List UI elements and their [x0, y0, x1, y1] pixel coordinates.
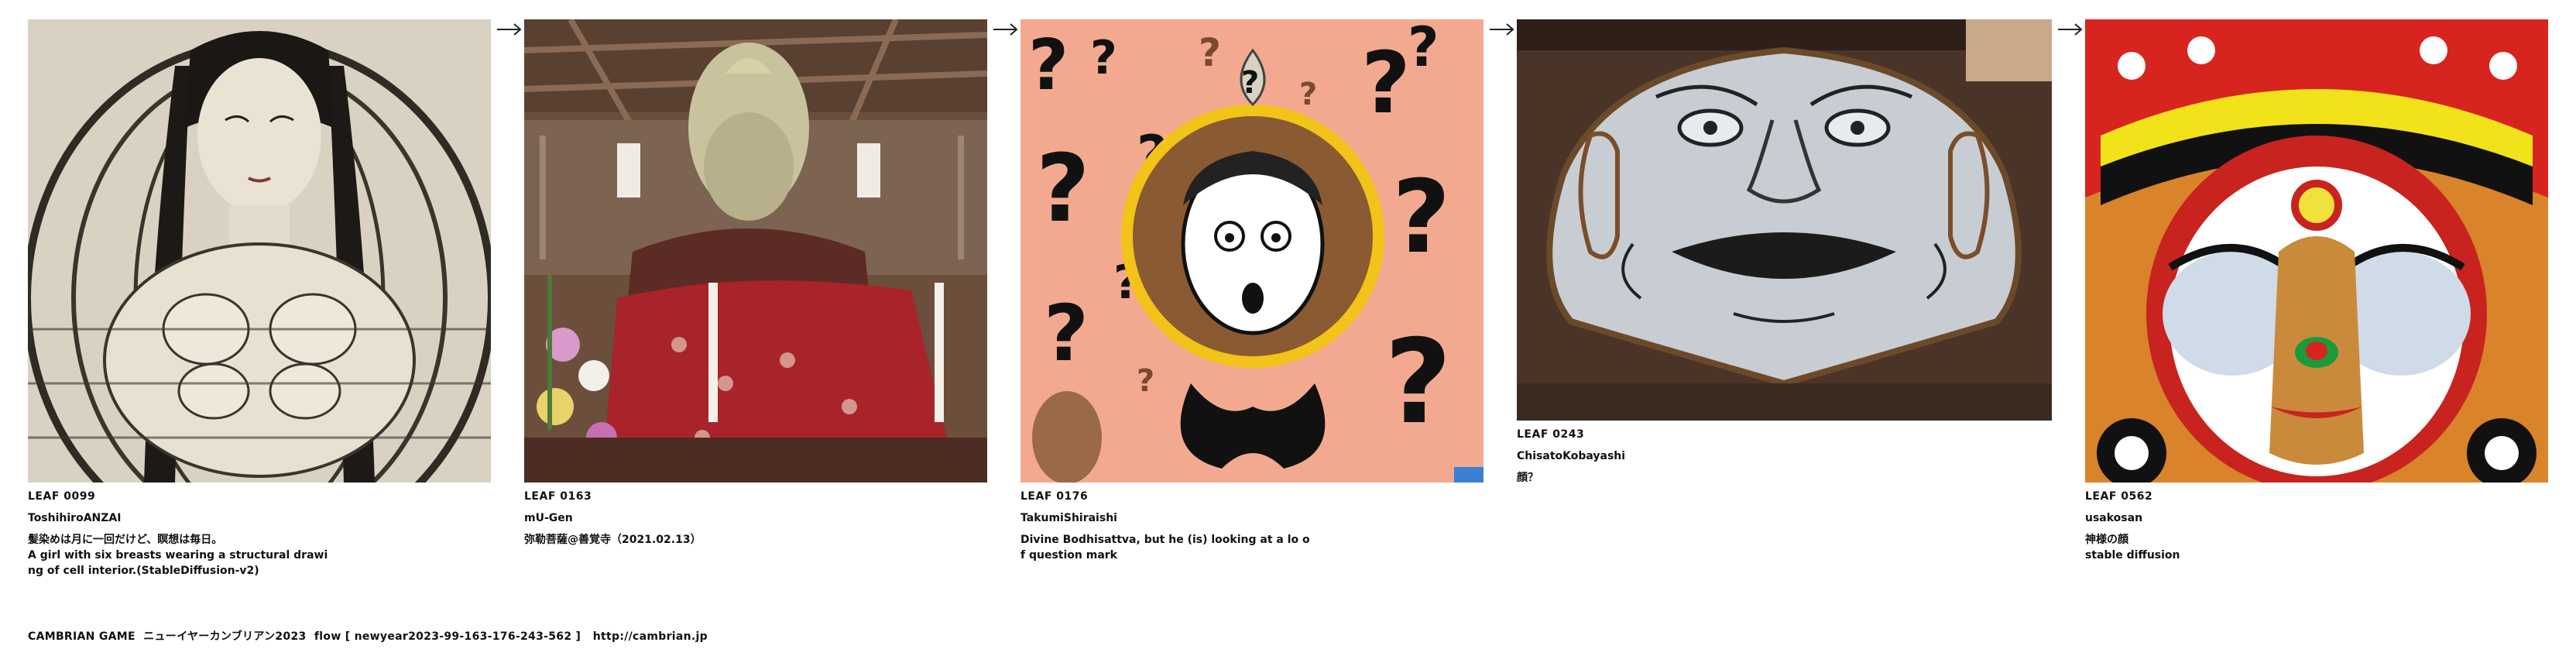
- leaf-number: LEAF 0562: [2085, 490, 2153, 503]
- svg-text:?: ?: [1044, 288, 1089, 379]
- leaf-meta: LEAF 0176 TakumiShiraishi Divine Bodhisa…: [1020, 489, 1484, 563]
- svg-text:?: ?: [1036, 136, 1090, 243]
- leaf-author[interactable]: mU-Gen: [524, 510, 987, 526]
- leaf-author[interactable]: ChisatoKobayashi: [1517, 448, 2052, 464]
- leaf-description: 髪染めは月に一回だけど、瞑想は毎日。 A girl with six breas…: [28, 534, 328, 577]
- svg-text:?: ?: [1384, 315, 1452, 450]
- svg-text:?: ?: [1137, 363, 1154, 399]
- leaf-image[interactable]: [28, 19, 491, 483]
- leaf-description: 弥勒菩薩@善覚寺（2021.02.13）: [524, 534, 701, 546]
- leaf-image[interactable]: [1517, 19, 2052, 421]
- leaf-description: Divine Bodhisattva, but he (is) looking …: [1020, 534, 1310, 562]
- svg-text:?: ?: [1028, 25, 1068, 106]
- leaf-image[interactable]: [524, 19, 987, 483]
- arrow-right-icon: [992, 22, 1020, 37]
- arrow-right-icon: [1488, 22, 1516, 37]
- arrow-right-icon: [2056, 22, 2084, 37]
- leaf-number: LEAF 0176: [1020, 490, 1089, 503]
- svg-text:?: ?: [1408, 19, 1439, 79]
- leaf-meta: LEAF 0562 usakosan 神様の顔 stable diffusion: [2085, 489, 2548, 563]
- leaf-meta: LEAF 0243 ChisatoKobayashi 顔？: [1517, 427, 2052, 486]
- svg-text:?: ?: [1199, 30, 1221, 75]
- svg-text:?: ?: [1361, 33, 1411, 132]
- svg-text:?: ?: [1090, 31, 1117, 85]
- leaf-number: LEAF 0099: [28, 490, 96, 503]
- leaf-image[interactable]: [2085, 19, 2548, 483]
- leaf-author[interactable]: usakosan: [2085, 510, 2548, 526]
- leaf-author[interactable]: ToshihiroANZAI: [28, 510, 491, 526]
- svg-text:?: ?: [1241, 65, 1259, 101]
- arrow-right-icon: [496, 22, 523, 37]
- leaf-number: LEAF 0163: [524, 490, 592, 503]
- leaf-image[interactable]: ? ? ? ? ? ? ? ? ? ? ? ? ? ?: [1020, 19, 1484, 483]
- leaf-meta: LEAF 0099 ToshihiroANZAI 髪染めは月に一回だけど、瞑想は…: [28, 489, 491, 579]
- svg-text:?: ?: [1299, 77, 1317, 112]
- leaf-author[interactable]: TakumiShiraishi: [1020, 510, 1484, 526]
- leaf-number: LEAF 0243: [1517, 428, 1585, 441]
- leaf-description: 顔？: [1517, 472, 1538, 484]
- svg-text:?: ?: [1392, 158, 1450, 276]
- footer-flow-info: CAMBRIAN GAME ニューイヤーカンブリアン2023 flow [ ne…: [28, 630, 708, 643]
- leaf-meta: LEAF 0163 mU-Gen 弥勒菩薩@善覚寺（2021.02.13）: [524, 489, 987, 548]
- leaf-description: 神様の顔 stable diffusion: [2085, 534, 2180, 562]
